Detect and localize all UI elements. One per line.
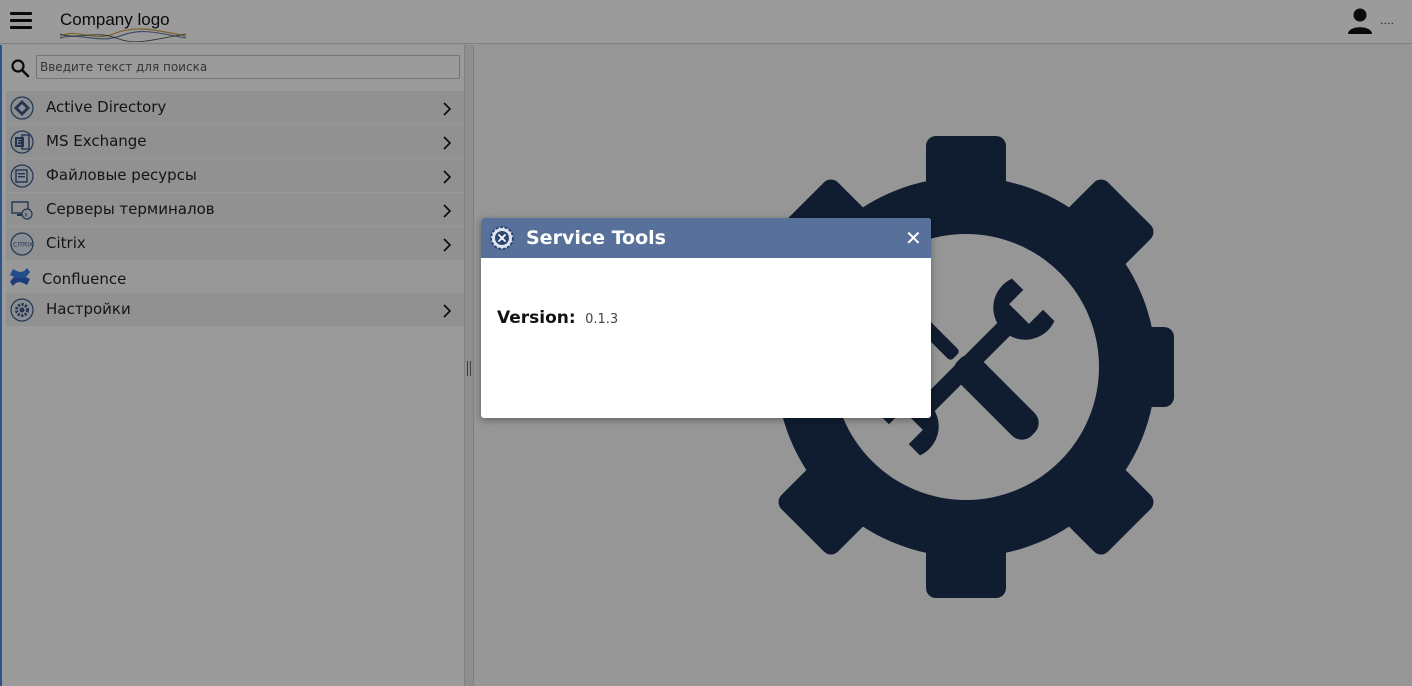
service-tools-dialog: Service Tools ✕ Version: 0.1.3 xyxy=(481,218,931,418)
dialog-header: Service Tools ✕ xyxy=(481,218,931,258)
version-label: Version: xyxy=(497,308,576,328)
version-value: 0.1.3 xyxy=(585,312,619,327)
close-icon[interactable]: ✕ xyxy=(905,228,922,248)
dialog-title: Service Tools xyxy=(526,227,666,249)
version-row: Version: 0.1.3 xyxy=(497,308,618,328)
service-tools-icon xyxy=(490,226,514,250)
